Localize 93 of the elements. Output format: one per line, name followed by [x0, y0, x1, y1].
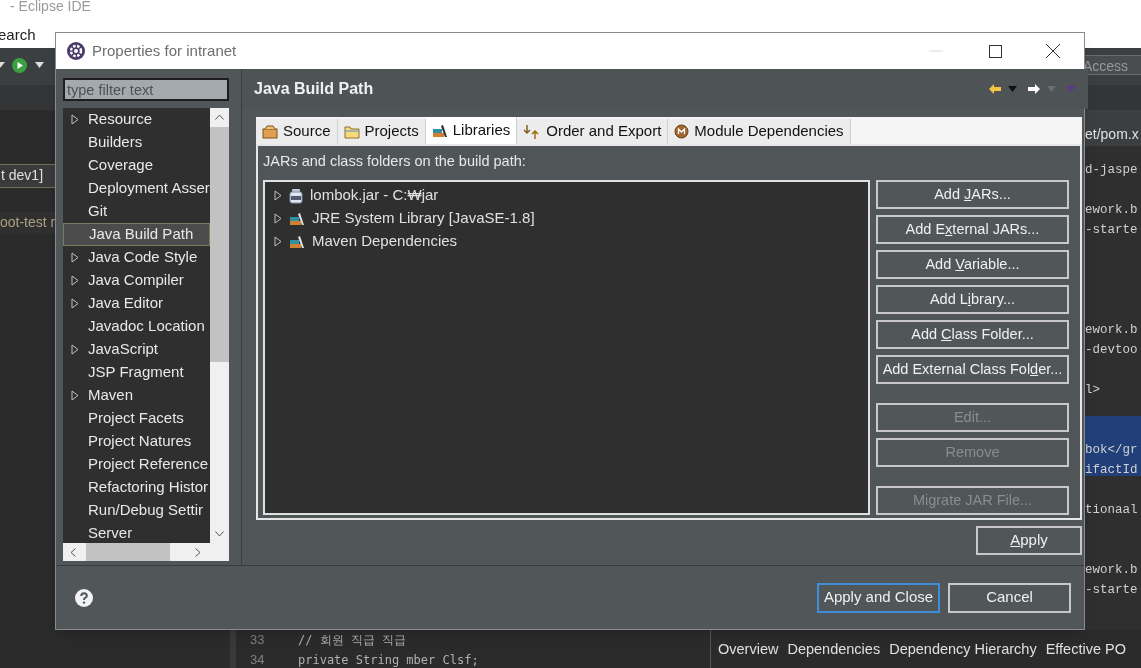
expand-icon[interactable]	[274, 236, 282, 247]
code-line: -devtoo	[1085, 343, 1138, 357]
tree-item[interactable]: Project Reference	[63, 453, 210, 476]
apply-button[interactable]: Apply	[976, 526, 1082, 555]
code-line: ework.b	[1085, 203, 1138, 217]
tree-item[interactable]: Git	[63, 200, 210, 223]
scroll-left-icon[interactable]	[70, 547, 76, 557]
gear-icon	[66, 41, 86, 61]
build-path-entry[interactable]: JRE System Library [JavaSE-1.8]	[265, 207, 868, 230]
tab[interactable]: Libraries	[425, 117, 518, 144]
dialog-button[interactable]: Add Library...	[876, 285, 1069, 314]
tab[interactable]: Source	[256, 119, 338, 144]
expand-icon[interactable]	[71, 298, 79, 309]
dialog-button[interactable]: Add Class Folder...	[876, 320, 1069, 349]
code-line: d-jaspe	[1085, 163, 1138, 177]
code-line: -starte	[1085, 583, 1138, 597]
tree-item[interactable]: JavaScript	[63, 338, 210, 361]
code-line: tionaal	[1085, 503, 1138, 517]
tree-item[interactable]: Maven	[63, 384, 210, 407]
expand-icon[interactable]	[274, 213, 282, 224]
books-icon	[289, 234, 305, 249]
tree-item[interactable]: Project Facets	[63, 407, 210, 430]
tree-item[interactable]: Coverage	[63, 154, 210, 177]
module-icon	[674, 124, 690, 139]
tab[interactable]: Projects	[337, 119, 426, 144]
dialog-button[interactable]: Add External JARs...	[876, 215, 1069, 244]
back-arrow-icon[interactable]	[988, 83, 1002, 95]
tree-item[interactable]: Java Compiler	[63, 269, 210, 292]
tree-item[interactable]: Refactoring Histor	[63, 476, 210, 499]
code-line: bok</gr	[1085, 443, 1138, 457]
expand-icon[interactable]	[71, 114, 79, 125]
dialog-button[interactable]: Add JARs...	[876, 180, 1069, 209]
list-label: JARs and class folders on the build path:	[263, 152, 527, 171]
books-icon	[289, 211, 305, 226]
run-icon[interactable]	[11, 57, 28, 74]
tab[interactable]: Module Dependencies	[668, 119, 851, 144]
maximize-icon[interactable]	[989, 44, 1002, 58]
tree-item[interactable]: Java Code Style	[63, 246, 210, 269]
code-line: ework.b	[1085, 323, 1138, 337]
build-path-entry[interactable]: Maven Dependencies	[265, 230, 868, 253]
line-number: 34	[250, 651, 266, 668]
filter-field[interactable]: type filter text	[63, 78, 229, 101]
dialog-button[interactable]: Add Variable...	[876, 250, 1069, 279]
tree-item[interactable]: Javadoc Location	[63, 315, 210, 338]
tree-item[interactable]: Deployment Asser	[63, 177, 210, 200]
code-line: ework.b	[1085, 563, 1138, 577]
tree-item[interactable]: Project Natures	[63, 430, 210, 453]
line-number: 33	[250, 631, 266, 650]
editor-page-tab[interactable]: Effective PO	[1045, 639, 1126, 661]
tree-item[interactable]: Java Editor	[63, 292, 210, 315]
dialog-button[interactable]: Add External Class Folder...	[876, 355, 1069, 384]
close-icon[interactable]	[1046, 44, 1060, 58]
dialog-title: Properties for intranet	[92, 40, 237, 61]
scroll-right-icon[interactable]	[195, 547, 201, 557]
expand-icon[interactable]	[71, 275, 79, 286]
editor-page-tab[interactable]: Dependency Hierarchy	[889, 639, 1037, 661]
package-icon	[262, 124, 278, 139]
scrollbar[interactable]	[210, 108, 229, 543]
editor-tab[interactable]: et/pom.x	[1085, 110, 1141, 146]
tree-item[interactable]: Run/Debug Settir	[63, 499, 210, 522]
code-line: -starte	[1085, 223, 1138, 237]
expand-icon[interactable]	[71, 252, 79, 263]
forward-arrow-icon[interactable]	[1027, 83, 1041, 95]
page-title: Java Build Path	[254, 79, 374, 99]
code-line: private String mber Clsf;	[298, 652, 479, 668]
tree-item[interactable]: JSP Fragment	[63, 361, 210, 384]
tree-item[interactable]: Java Build Path	[63, 223, 210, 246]
code-line: l>	[1085, 383, 1100, 397]
build-path-entry[interactable]: lombok.jar - C:₩jar	[265, 184, 868, 207]
expand-icon[interactable]	[71, 390, 79, 401]
code-line: ifactId	[1085, 463, 1138, 477]
books-icon	[431, 123, 448, 138]
editor-page-tab[interactable]: Dependencies	[787, 639, 881, 661]
editor-tab[interactable]: t dev1]	[0, 164, 58, 188]
tree-item[interactable]: Server	[63, 522, 210, 543]
scroll-up-icon[interactable]	[215, 114, 224, 120]
footer-button[interactable]: Apply and Close	[817, 582, 940, 613]
window-title: - Eclipse IDE	[10, 0, 91, 16]
scroll-down-icon[interactable]	[215, 531, 224, 537]
tree-item[interactable]: Builders	[63, 131, 210, 154]
jar-icon	[289, 187, 303, 204]
tree-item[interactable]: Resource	[63, 108, 210, 131]
expand-icon[interactable]	[71, 344, 79, 355]
tab[interactable]: Order and Export	[517, 119, 669, 144]
help-icon[interactable]	[75, 588, 93, 607]
footer-button[interactable]: Cancel	[948, 582, 1071, 613]
editor-page-tab[interactable]: Overview	[718, 639, 779, 661]
dropdown-icon[interactable]	[0, 62, 5, 68]
scrollbar[interactable]	[63, 543, 229, 561]
code-line: // 회원 직급 직급	[298, 632, 407, 649]
expand-icon[interactable]	[274, 190, 282, 201]
dropdown-icon[interactable]	[35, 62, 44, 68]
folder-icon	[343, 124, 360, 139]
